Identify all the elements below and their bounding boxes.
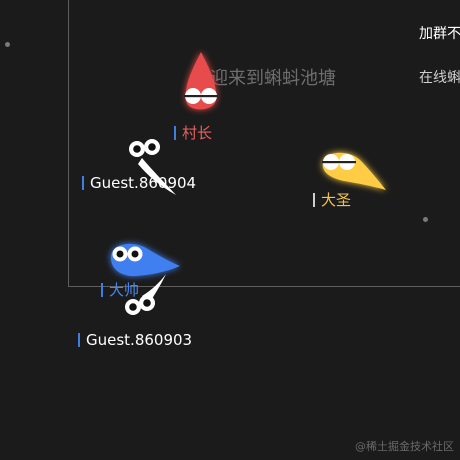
tadpole-cunzhang [184,52,218,110]
label-bar [174,125,176,140]
tadpole-dashuai [110,243,180,277]
player-label-dashuai: 大帅 [101,279,139,300]
player-label-guest-860903: Guest.860903 [78,331,192,349]
player-label-dasheng: 大圣 [313,189,351,210]
label-bar [82,176,84,190]
tadpole-dasheng [322,152,386,190]
label-bar [101,282,103,297]
tadpoles-layer [110,52,386,315]
player-name: 大圣 [321,191,352,209]
game-canvas[interactable]: 欢迎来到蝌蚪池塘 加群不 在线蝌 村长 大圣 大帅 Guest.860904 G… [0,0,460,460]
player-label-cunzhang: 村长 [174,122,212,143]
player-label-guest-860904: Guest.860904 [82,174,196,192]
label-bar [313,192,315,207]
label-bar [78,333,80,347]
player-name: 村长 [182,124,213,142]
tadpole-eyes [129,139,160,157]
player-name: 大帅 [109,281,140,299]
player-name: Guest.860904 [90,174,197,192]
watermark: @稀土掘金技术社区 [355,440,454,453]
player-name: Guest.860903 [86,331,193,349]
